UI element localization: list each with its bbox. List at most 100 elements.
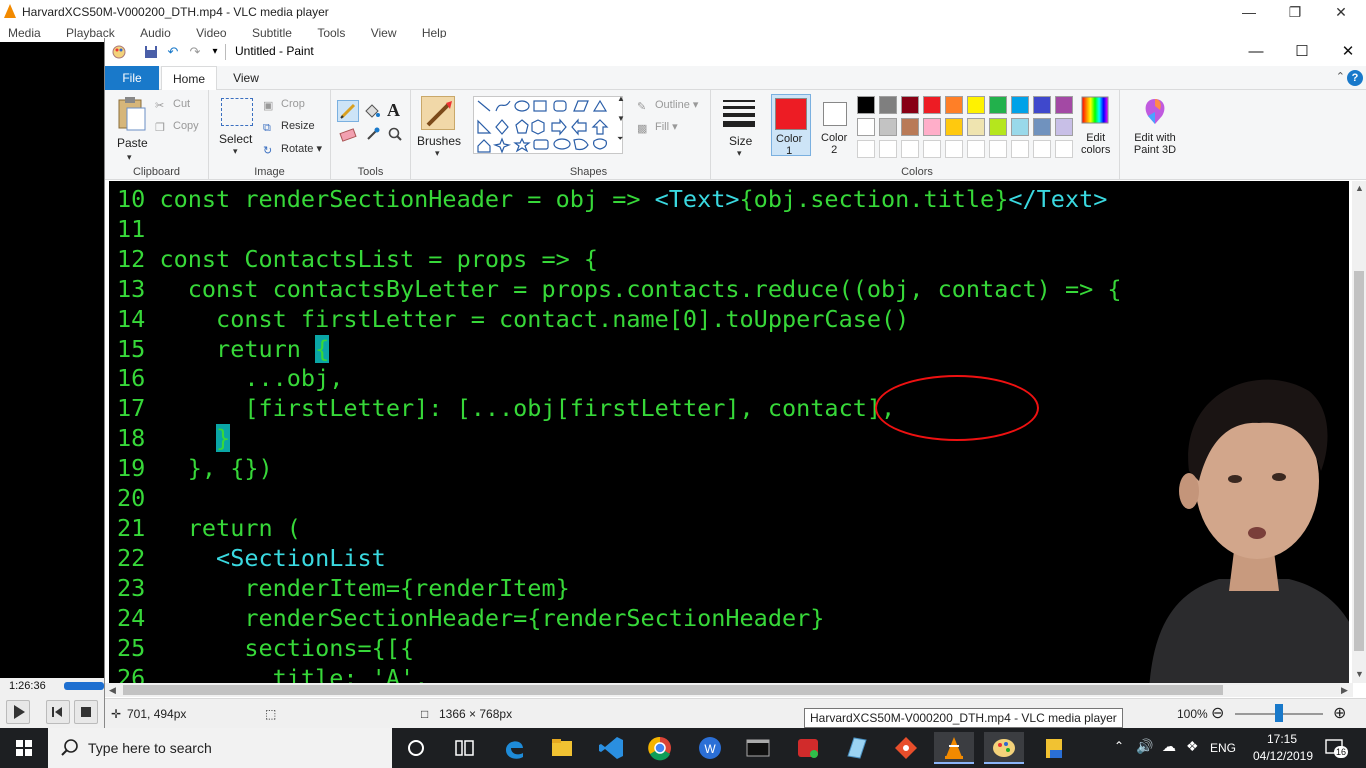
taskbar-wps[interactable]: W: [690, 732, 730, 764]
palette-swatch[interactable]: [857, 118, 875, 136]
color1-button[interactable]: Color 1: [771, 94, 811, 157]
scroll-right-icon[interactable]: ▶: [1341, 685, 1348, 696]
palette-swatch[interactable]: [901, 118, 919, 136]
palette-swatch[interactable]: [967, 96, 985, 114]
help-icon[interactable]: ?: [1347, 70, 1363, 86]
custom-color-slot[interactable]: [1011, 140, 1029, 158]
palette-swatch[interactable]: [967, 118, 985, 136]
vertical-scrollbar[interactable]: ▲ ▼: [1352, 181, 1366, 683]
custom-color-slot[interactable]: [1055, 140, 1073, 158]
custom-color-slot[interactable]: [967, 140, 985, 158]
palette-swatch[interactable]: [901, 96, 919, 114]
palette-swatch[interactable]: [1033, 96, 1051, 114]
paste-button[interactable]: [115, 96, 147, 132]
shapes-scroll-down-icon[interactable]: ▼: [617, 114, 625, 123]
color-picker-tool[interactable]: [365, 126, 381, 142]
show-hidden-icons[interactable]: ⌃: [1114, 739, 1124, 768]
vlc-maximize-button[interactable]: ❐: [1272, 2, 1318, 22]
magnifier-tool[interactable]: [387, 126, 403, 142]
size-icon[interactable]: [723, 98, 755, 128]
palette-swatch[interactable]: [857, 96, 875, 114]
onedrive-icon[interactable]: ☁: [1162, 738, 1176, 768]
taskbar-app-red[interactable]: [788, 732, 828, 764]
size-dropdown-icon[interactable]: ▾: [737, 148, 742, 159]
taskbar-vscode[interactable]: [592, 732, 632, 764]
scroll-left-icon[interactable]: ◀: [109, 685, 116, 696]
custom-color-slot[interactable]: [857, 140, 875, 158]
taskbar-chrome[interactable]: [640, 732, 680, 764]
undo-icon[interactable]: ↶: [165, 44, 181, 60]
vlc-prev-button[interactable]: [46, 700, 70, 724]
taskbar-file-explorer[interactable]: [542, 732, 582, 764]
cut-button[interactable]: ✂ Cut: [155, 98, 190, 112]
palette-swatch[interactable]: [989, 96, 1007, 114]
cortana-button[interactable]: [396, 732, 436, 764]
tab-file[interactable]: File: [105, 66, 159, 90]
palette-swatch[interactable]: [879, 118, 897, 136]
zoom-in-button[interactable]: ⊕: [1333, 703, 1346, 723]
edit-colors-button[interactable]: [1079, 94, 1115, 128]
start-button[interactable]: [0, 728, 48, 768]
palette-swatch[interactable]: [989, 118, 1007, 136]
palette-swatch[interactable]: [879, 96, 897, 114]
clock-date[interactable]: 04/12/2019: [1248, 749, 1318, 768]
copy-button[interactable]: ❐ Copy: [155, 120, 199, 134]
brushes-button[interactable]: [421, 96, 455, 130]
shapes-scroll-up-icon[interactable]: ▲: [617, 94, 625, 103]
paste-label[interactable]: Paste: [117, 136, 148, 150]
shapes-gallery[interactable]: [473, 96, 623, 154]
taskbar-git[interactable]: [886, 732, 926, 764]
taskbar-paint[interactable]: [984, 732, 1024, 764]
rotate-button[interactable]: ↻ Rotate ▾: [263, 142, 322, 157]
edit-colors-label[interactable]: Edit colors: [1081, 132, 1110, 156]
select-button[interactable]: Select: [219, 132, 252, 146]
custom-color-slot[interactable]: [923, 140, 941, 158]
select-dropdown-icon[interactable]: ▾: [233, 146, 238, 157]
taskbar-vlc[interactable]: [934, 732, 974, 764]
vlc-seek-bar[interactable]: [64, 682, 104, 690]
palette-swatch[interactable]: [923, 118, 941, 136]
outline-button[interactable]: ✎ Outline ▾: [637, 98, 698, 113]
palette-swatch[interactable]: [945, 118, 963, 136]
palette-swatch[interactable]: [1055, 96, 1073, 114]
vlc-play-button[interactable]: [6, 700, 30, 724]
size-label[interactable]: Size: [729, 134, 752, 148]
palette-swatch[interactable]: [923, 96, 941, 114]
pencil-tool[interactable]: [337, 100, 359, 122]
scroll-up-icon[interactable]: ▲: [1355, 183, 1364, 193]
redo-icon[interactable]: ↷: [187, 44, 203, 60]
color2-button[interactable]: Color 2: [817, 94, 857, 156]
vlc-minimize-button[interactable]: —: [1226, 2, 1272, 22]
vlc-close-button[interactable]: ✕: [1318, 2, 1364, 22]
scroll-down-icon[interactable]: ▼: [1355, 669, 1364, 679]
brushes-label[interactable]: Brushes: [417, 134, 461, 148]
notification-center[interactable]: 16: [1324, 738, 1348, 758]
paint-maximize-button[interactable]: ☐: [1279, 42, 1325, 62]
paint-minimize-button[interactable]: —: [1233, 42, 1279, 62]
save-icon[interactable]: [143, 44, 159, 60]
fill-tool[interactable]: [363, 102, 381, 120]
palette-swatch[interactable]: [1055, 118, 1073, 136]
volume-icon[interactable]: 🔊: [1136, 738, 1153, 768]
paint3d-button[interactable]: [1140, 96, 1170, 128]
vertical-scroll-thumb[interactable]: [1354, 271, 1364, 651]
vlc-stop-button[interactable]: [74, 700, 98, 724]
taskbar-terminal[interactable]: [738, 732, 778, 764]
palette-swatch[interactable]: [1011, 96, 1029, 114]
horizontal-scrollbar[interactable]: ◀ ▶: [105, 683, 1353, 697]
shapes-expand-icon[interactable]: ⏷: [617, 134, 623, 144]
task-view-button[interactable]: [444, 732, 484, 764]
drawing-canvas[interactable]: 10 const renderSectionHeader = obj => <T…: [109, 181, 1349, 683]
dropbox-icon[interactable]: ❖: [1186, 738, 1199, 768]
collapse-ribbon-icon[interactable]: ⌃: [1336, 70, 1345, 83]
select-icon[interactable]: [221, 98, 253, 126]
taskbar-search[interactable]: Type here to search: [48, 728, 392, 768]
paint-close-button[interactable]: ✕: [1325, 42, 1366, 62]
brushes-dropdown-icon[interactable]: ▾: [435, 148, 440, 159]
palette-swatch[interactable]: [1011, 118, 1029, 136]
palette-swatch[interactable]: [1033, 118, 1051, 136]
palette-swatch[interactable]: [945, 96, 963, 114]
custom-color-slot[interactable]: [945, 140, 963, 158]
zoom-out-button[interactable]: ⊖: [1211, 703, 1224, 723]
resize-button[interactable]: ⧉ Resize: [263, 120, 315, 134]
